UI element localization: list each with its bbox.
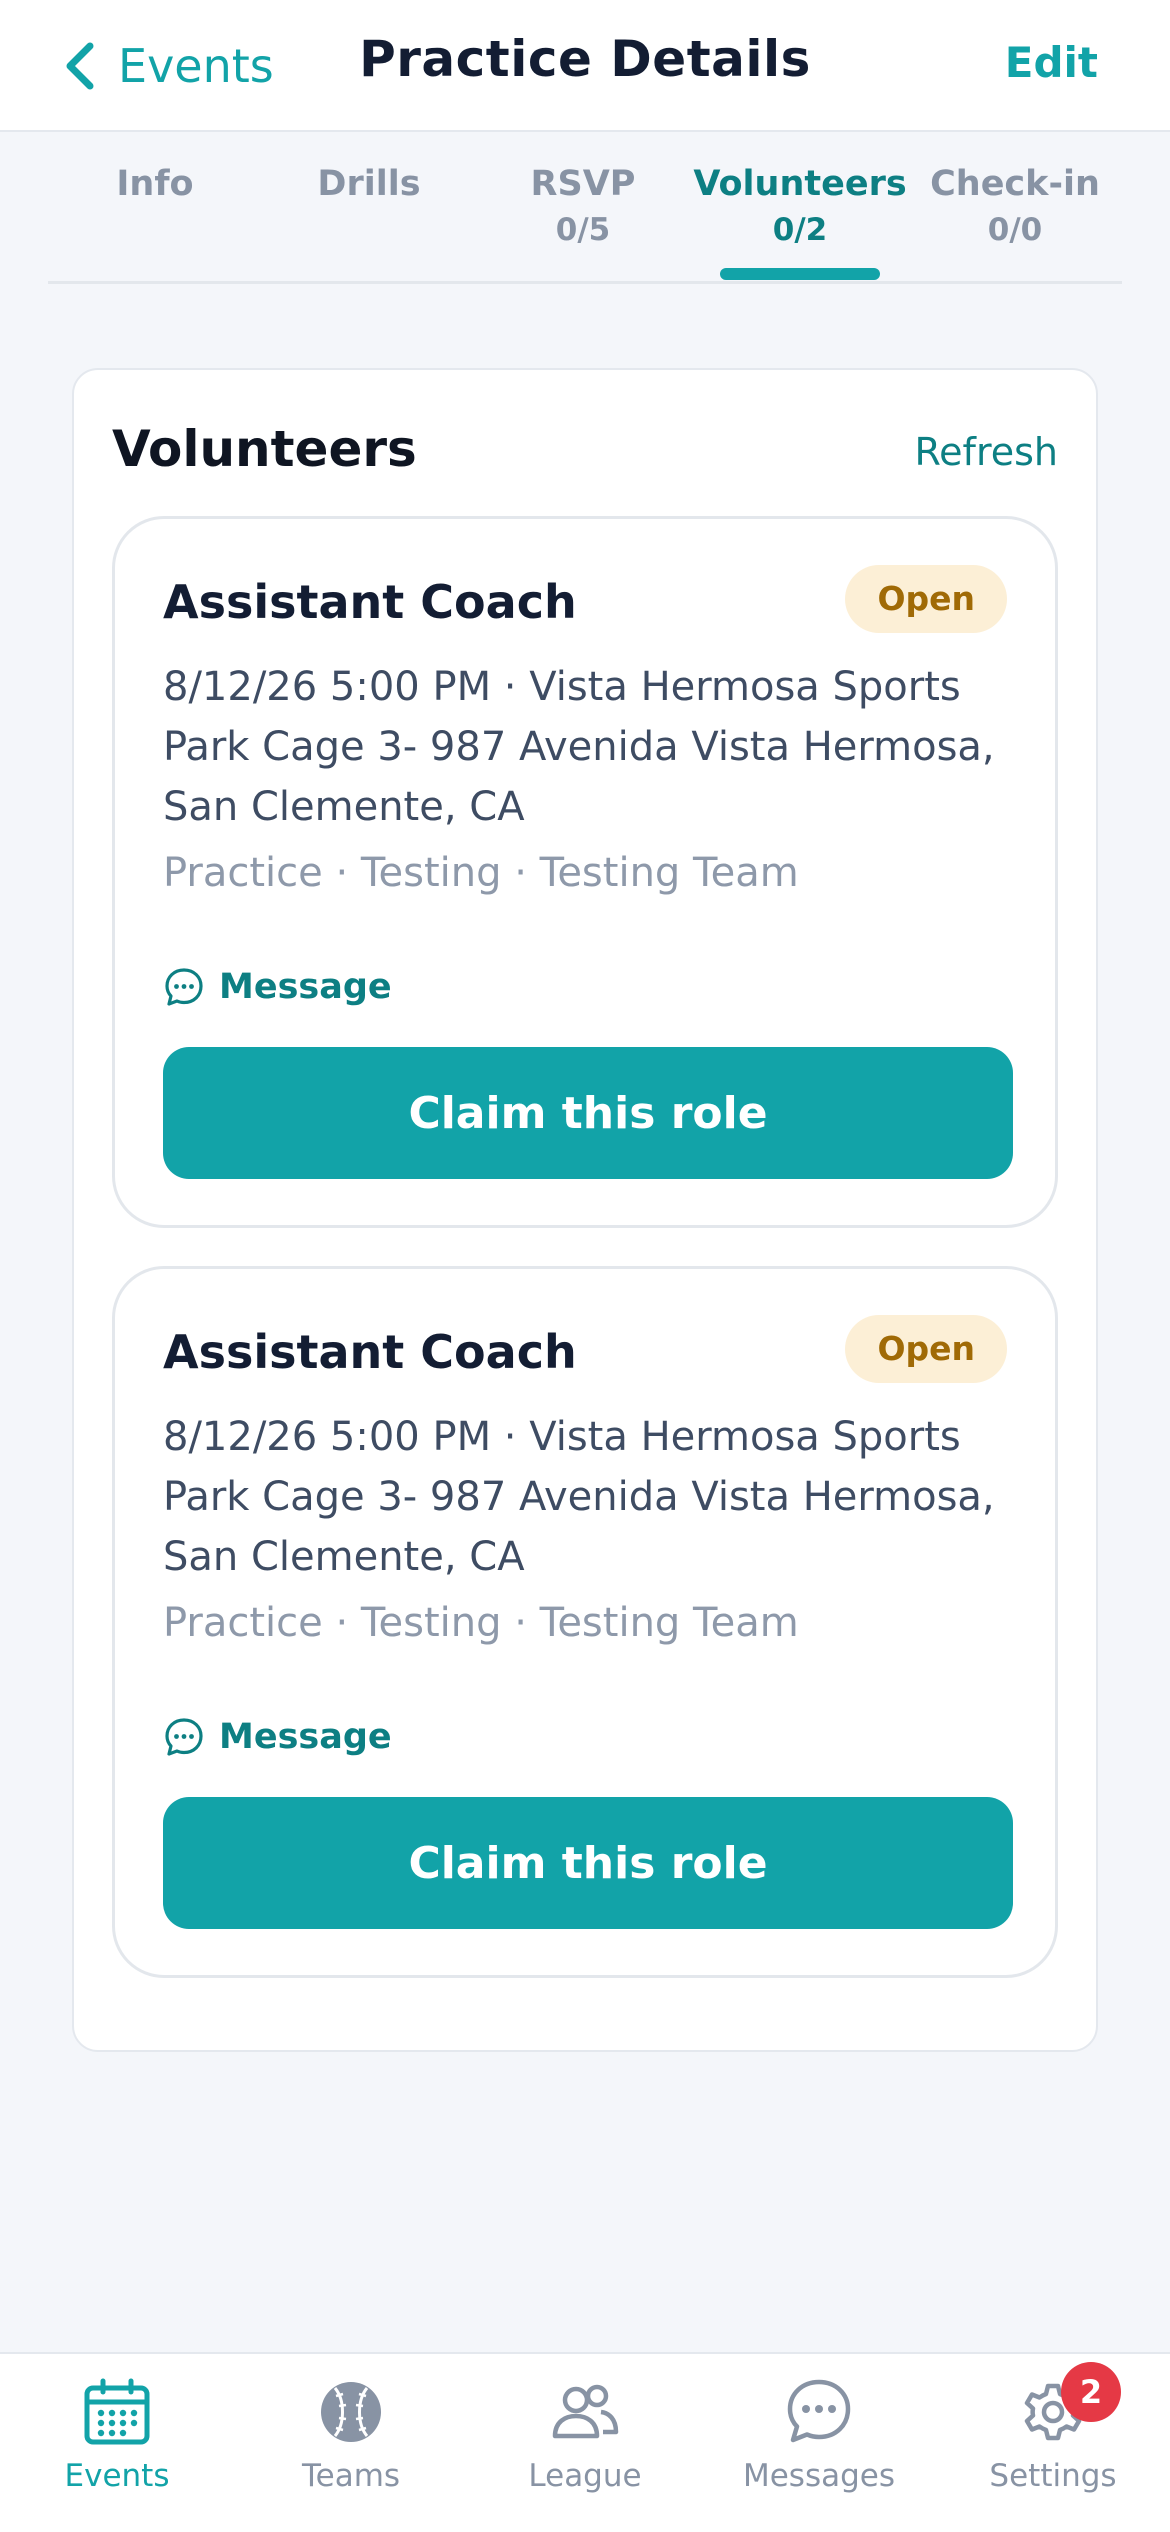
status-badge: Open <box>845 565 1007 633</box>
role-name: Assistant Coach <box>163 1325 577 1379</box>
nav-item-league[interactable]: League <box>468 2376 702 2516</box>
people-icon <box>552 2384 619 2439</box>
volunteers-panel: Volunteers Refresh Assistant Coach Open … <box>72 368 1098 2052</box>
claim-role-button[interactable]: Claim this role <box>163 1047 1013 1179</box>
message-label: Message <box>219 1717 392 1757</box>
header: Events Practice Details Edit <box>0 0 1170 132</box>
tab-label: Drills <box>317 164 421 204</box>
status-badge: Open <box>845 1315 1007 1383</box>
chat-bubble-icon <box>787 2379 851 2443</box>
tab-drills[interactable]: Drills <box>262 160 476 208</box>
tab-check-in[interactable]: Check-in 0/0 <box>908 160 1122 252</box>
message-button[interactable]: Message <box>163 959 392 1015</box>
refresh-button[interactable]: Refresh <box>914 430 1058 474</box>
active-tab-indicator <box>720 268 880 280</box>
chat-bubble-icon <box>165 968 203 1006</box>
role-name: Assistant Coach <box>163 575 577 629</box>
role-meta: Practice · Testing · Testing Team <box>163 850 799 896</box>
nav-label: League <box>528 2458 642 2494</box>
tab-label: RSVP <box>530 164 636 204</box>
role-details: 8/12/26 5:00 PM · Vista Hermosa Sports P… <box>163 664 995 830</box>
message-button[interactable]: Message <box>163 1709 392 1765</box>
volunteer-role-card: Assistant Coach Open 8/12/26 5:00 PM · V… <box>112 1266 1058 1978</box>
nav-label: Teams <box>301 2458 401 2494</box>
nav-label: Settings <box>989 2458 1117 2494</box>
tab-info[interactable]: Info <box>48 160 262 208</box>
edit-button[interactable]: Edit <box>1005 38 1098 87</box>
baseball-icon <box>321 2382 381 2442</box>
tab-volunteers[interactable]: Volunteers 0/2 <box>693 160 907 252</box>
app-root: Events Practice Details Edit Info Drills… <box>0 0 1170 2532</box>
message-label: Message <box>219 967 392 1007</box>
claim-role-button[interactable]: Claim this role <box>163 1797 1013 1929</box>
calendar-icon <box>84 2378 150 2445</box>
nav-item-messages[interactable]: Messages <box>702 2376 936 2516</box>
role-details: 8/12/26 5:00 PM · Vista Hermosa Sports P… <box>163 1414 995 1580</box>
nav-label: Events <box>64 2458 170 2494</box>
tab-count: 0/5 <box>555 212 611 248</box>
nav-item-events[interactable]: Events <box>0 2376 234 2516</box>
nav-label: Messages <box>742 2458 896 2494</box>
nav-item-settings[interactable]: 2 Settings <box>936 2362 1170 2516</box>
nav-item-teams[interactable]: Teams <box>234 2376 468 2516</box>
chat-bubble-icon <box>165 1718 203 1756</box>
volunteer-role-card: Assistant Coach Open 8/12/26 5:00 PM · V… <box>112 516 1058 1228</box>
page-title: Practice Details <box>359 30 811 88</box>
tab-rsvp[interactable]: RSVP 0/5 <box>476 160 690 252</box>
notification-badge: 2 <box>1061 2362 1121 2422</box>
tab-bar: Info Drills RSVP 0/5 Volunteers 0/2 Chec… <box>48 160 1122 284</box>
tab-label: Check-in <box>930 164 1100 204</box>
tab-label: Info <box>116 164 194 204</box>
bottom-nav: Events Teams League Messages 2 Settings <box>0 2352 1170 2532</box>
tab-label: Volunteers <box>693 164 907 204</box>
role-meta: Practice · Testing · Testing Team <box>163 1600 799 1646</box>
panel-title: Volunteers <box>112 420 417 478</box>
tab-count: 0/0 <box>987 212 1043 248</box>
tab-count: 0/2 <box>772 212 828 248</box>
